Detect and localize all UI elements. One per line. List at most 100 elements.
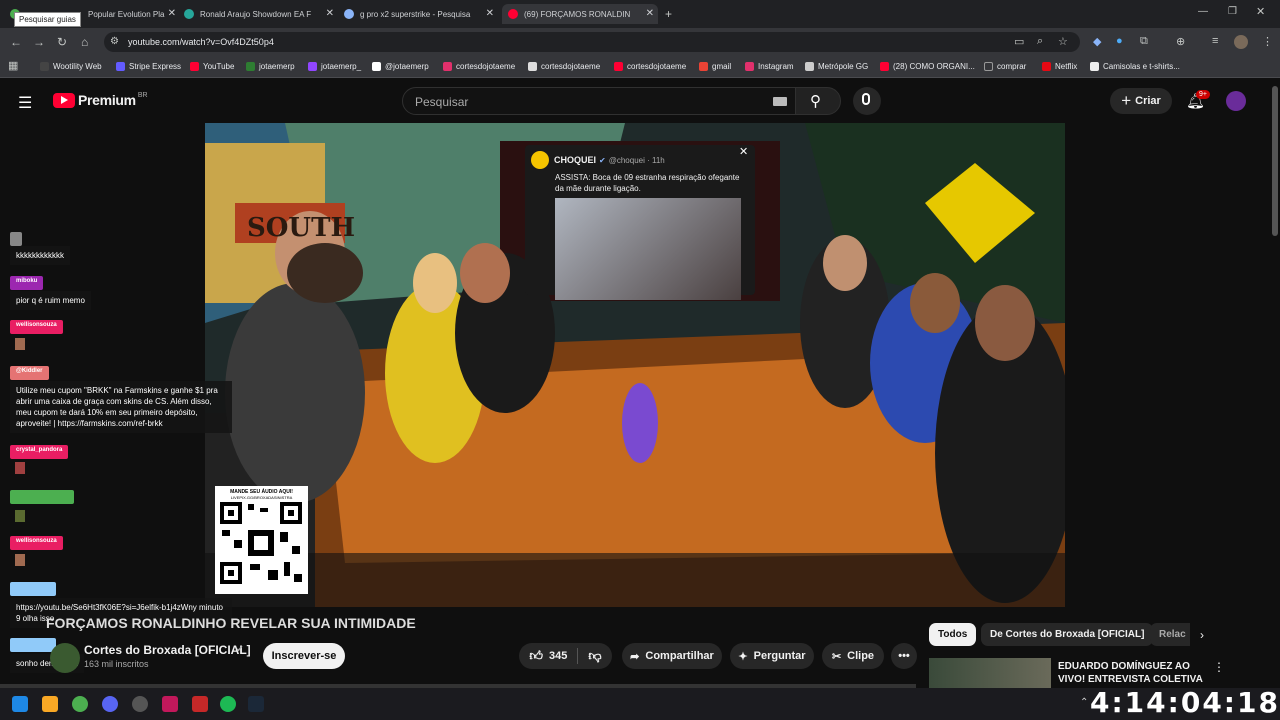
subscribe-button[interactable]: Inscrever-se	[263, 643, 345, 669]
reload-icon[interactable]: ↻	[57, 35, 67, 49]
tab-label: Ronald Araujo Showdown EA F	[200, 9, 312, 19]
chat-user-chip	[10, 490, 74, 504]
extension-icon[interactable]: ◆	[1093, 35, 1101, 48]
site-info-icon[interactable]: ⚙	[110, 36, 119, 47]
video-player[interactable]: SOUTH CHOQUEI ✔ @choquei · 11h ASSISTA: …	[205, 123, 1065, 607]
tweet-overlay: CHOQUEI ✔ @choquei · 11h ASSISTA: Boca d…	[525, 145, 755, 300]
bookmark-item[interactable]: Wootility Web	[40, 62, 102, 71]
bookmark-star-icon[interactable]: ☆	[1058, 35, 1068, 48]
profile-sync-icon[interactable]: ⊕	[1176, 35, 1185, 48]
spotify-icon[interactable]	[220, 696, 236, 712]
verified-icon: ✔	[236, 644, 244, 654]
tab-4-active[interactable]: (69) FORÇAMOS RONALDIN ✕	[502, 4, 658, 24]
bookmark-item[interactable]: Instagram	[745, 62, 794, 71]
filter-chip-all[interactable]: Todos	[929, 623, 977, 646]
avatar[interactable]	[1234, 35, 1248, 49]
channel-name[interactable]: Cortes do Broxada [OFICIAL]	[84, 643, 251, 657]
close-window-icon[interactable]: ✕	[1256, 5, 1265, 18]
bookmark-favicon	[246, 62, 255, 71]
more-horizontal-icon: •••	[898, 650, 910, 662]
forward-icon[interactable]: →	[33, 35, 45, 49]
keyboard-icon[interactable]	[773, 97, 787, 106]
tab-3[interactable]: g pro x2 superstrike - Pesquisa ✕	[344, 4, 498, 24]
qr-code-icon	[220, 502, 302, 584]
chevron-right-icon[interactable]: ›	[1200, 628, 1204, 642]
thumbs-down-icon[interactable]: 👎︎	[577, 648, 602, 664]
clip-button[interactable]: ✂ Clipe	[822, 643, 884, 669]
bookmark-item[interactable]: cortesdojotaeme	[528, 62, 600, 71]
thumbs-up-icon[interactable]: 👍︎	[529, 648, 543, 664]
bookmark-item[interactable]: (28) COMO ORGANI...	[880, 62, 975, 71]
chat-emote	[15, 554, 25, 566]
tab-search-tooltip: Pesquisar guias	[14, 12, 81, 27]
youtube-logo[interactable]: Premium BR	[53, 92, 148, 108]
zoom-icon[interactable]: ⌕	[1037, 35, 1043, 48]
ask-button[interactable]: ✦ Perguntar	[730, 643, 814, 669]
bookmark-item[interactable]: @jotaemerp	[372, 62, 429, 71]
steam-icon[interactable]	[248, 696, 264, 712]
back-icon[interactable]: ←	[10, 35, 22, 49]
bookmark-item[interactable]: Netflix	[1042, 62, 1077, 71]
close-icon[interactable]: ✕	[168, 8, 176, 19]
minimize-icon[interactable]: —	[1198, 6, 1208, 17]
reading-list-icon[interactable]: ≡	[1212, 35, 1218, 47]
maximize-icon[interactable]: ❐	[1228, 6, 1237, 17]
avatar[interactable]	[1226, 91, 1246, 111]
bookmark-item[interactable]: jotaemerp_	[308, 62, 361, 71]
menu-kebab-icon[interactable]: ⋮	[1213, 660, 1225, 674]
channel-avatar[interactable]	[50, 643, 80, 673]
x-logo-icon	[372, 62, 381, 71]
share-label: Compartilhar	[645, 650, 714, 662]
share-button[interactable]: ➦ Compartilhar	[622, 643, 722, 669]
clip-label: Clipe	[847, 650, 875, 662]
bookmark-item[interactable]: Stripe Express	[116, 62, 181, 71]
new-tab-icon[interactable]: +	[665, 7, 672, 21]
bookmark-item[interactable]: cortesdojotaeme	[443, 62, 515, 71]
bookmark-item[interactable]: jotaemerp	[246, 62, 295, 71]
bookmark-item[interactable]: YouTube	[190, 62, 234, 71]
filter-chip-channel[interactable]: De Cortes do Broxada [OFICIAL]	[981, 623, 1154, 646]
search-input[interactable]: Pesquisar	[402, 87, 796, 115]
install-icon[interactable]: ▭	[1014, 35, 1024, 48]
chrome-icon[interactable]	[72, 696, 88, 712]
filter-chip-related[interactable]: Relac	[1150, 623, 1190, 646]
search-button[interactable]: ⚲	[795, 87, 841, 115]
bookmark-item[interactable]: Camisolas e t-shirts...	[1090, 62, 1180, 71]
apps-grid-icon[interactable]: ▦	[8, 59, 18, 72]
app-icon[interactable]	[132, 696, 148, 712]
tab-2[interactable]: Ronald Araujo Showdown EA F ✕	[184, 4, 338, 24]
create-button[interactable]: + Criar	[1110, 88, 1172, 114]
url-text[interactable]: youtube.com/watch?v=Ovf4DZt50p4	[128, 37, 274, 47]
bookmark-item[interactable]: Metrópole GG	[805, 62, 868, 71]
voice-search-button[interactable]	[853, 87, 881, 115]
page-scrollbar[interactable]	[1272, 86, 1278, 236]
related-thumbnail[interactable]	[929, 658, 1051, 690]
close-icon[interactable]: ✕	[486, 8, 494, 19]
app-icon[interactable]	[192, 696, 208, 712]
chat-user-chip: @Kiddler	[10, 366, 49, 380]
extension-icon[interactable]: ●	[1116, 35, 1123, 47]
mic-icon	[862, 93, 870, 105]
chat-emote	[15, 338, 25, 350]
close-icon[interactable]: ✕	[646, 8, 654, 19]
bookmark-item[interactable]: gmail	[699, 62, 731, 71]
bookmark-folder[interactable]: comprar	[984, 62, 1026, 71]
chat-user-chip	[10, 582, 56, 596]
netflix-icon	[1042, 62, 1051, 71]
more-actions-button[interactable]: •••	[891, 643, 917, 669]
bookmark-item[interactable]: cortesdojotaeme	[614, 62, 686, 71]
home-icon[interactable]: ⌂	[81, 35, 88, 49]
notification-badge: 9+	[1196, 90, 1210, 99]
discord-icon[interactable]	[102, 696, 118, 712]
tab-label: (69) FORÇAMOS RONALDIN	[524, 9, 631, 19]
windows-start-icon[interactable]	[12, 696, 28, 712]
extensions-puzzle-icon[interactable]: ⧉	[1140, 35, 1148, 48]
hamburger-menu-icon[interactable]: ☰	[18, 93, 32, 113]
menu-kebab-icon[interactable]: ⋮	[1262, 35, 1273, 48]
app-icon[interactable]	[162, 696, 178, 712]
chevron-up-icon[interactable]: ⌃	[1080, 697, 1088, 708]
youtube-icon	[614, 62, 623, 71]
close-icon[interactable]: ✕	[326, 8, 334, 19]
qr-code-block: MANDE SEU ÁUDIO AQUI! LIVEPIX.GG/BROXADA…	[215, 486, 308, 594]
file-explorer-icon[interactable]	[42, 696, 58, 712]
